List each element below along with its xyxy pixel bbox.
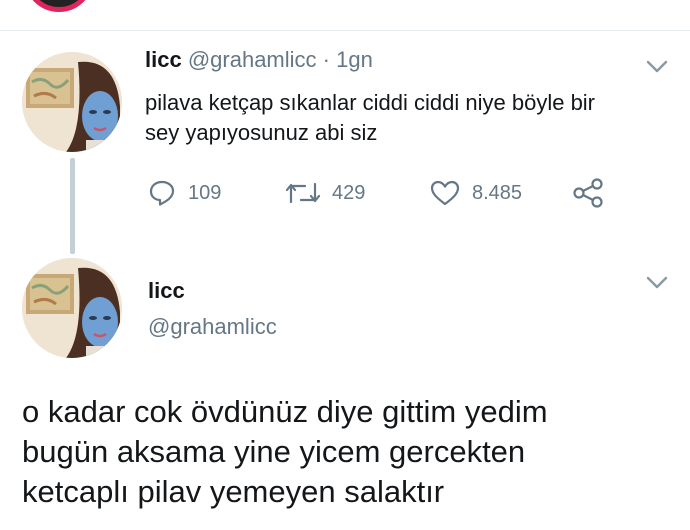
like-count: 8.485 — [472, 181, 523, 204]
tweet-text: o kadar cok övdünüz diye gittim yedim bu… — [22, 392, 672, 512]
tweet-text-line: sey yapıyosunuz abi siz — [145, 120, 378, 145]
tweet-header: licc @grahamlicc · 1gn — [145, 46, 373, 74]
retweet-icon — [286, 182, 320, 204]
previous-avatar-ring[interactable] — [24, 0, 94, 12]
chevron-down-icon[interactable] — [646, 276, 668, 290]
divider — [0, 30, 690, 31]
username[interactable]: @grahamlicc — [188, 47, 317, 72]
retweet-count: 429 — [332, 181, 366, 204]
heart-icon — [430, 180, 460, 206]
tweet-text-line: bugün aksama yine yicem gercekten — [22, 434, 526, 469]
tweet-text: pilava ketçap sıkanlar ciddi ciddi niye … — [145, 88, 645, 148]
share-button[interactable] — [572, 176, 604, 210]
avatar[interactable] — [22, 52, 122, 152]
display-name[interactable]: licc — [145, 47, 182, 72]
reply-icon — [149, 180, 175, 206]
thread-connector-line — [70, 158, 75, 254]
timeline: licc @grahamlicc · 1gn pilava ketçap sık… — [0, 0, 690, 530]
retweet-button[interactable]: 429 — [286, 176, 365, 210]
reply-count: 109 — [188, 181, 222, 204]
reply-button[interactable]: 109 — [148, 176, 221, 210]
username[interactable]: @grahamlicc — [148, 314, 277, 340]
tweet-text-line: pilava ketçap sıkanlar ciddi ciddi niye … — [145, 90, 596, 115]
tweet-text-line: o kadar cok övdünüz diye gittim yedim — [22, 394, 548, 429]
chevron-down-icon[interactable] — [646, 60, 668, 74]
share-icon — [573, 178, 603, 208]
display-name[interactable]: licc — [148, 278, 185, 304]
avatar[interactable] — [22, 258, 122, 358]
tweet-text-line: ketcaplı pilav yemeyen salaktır — [22, 474, 445, 509]
timestamp[interactable]: 1gn — [336, 47, 373, 72]
like-button[interactable]: 8.485 — [430, 176, 522, 210]
separator: · — [322, 47, 330, 72]
